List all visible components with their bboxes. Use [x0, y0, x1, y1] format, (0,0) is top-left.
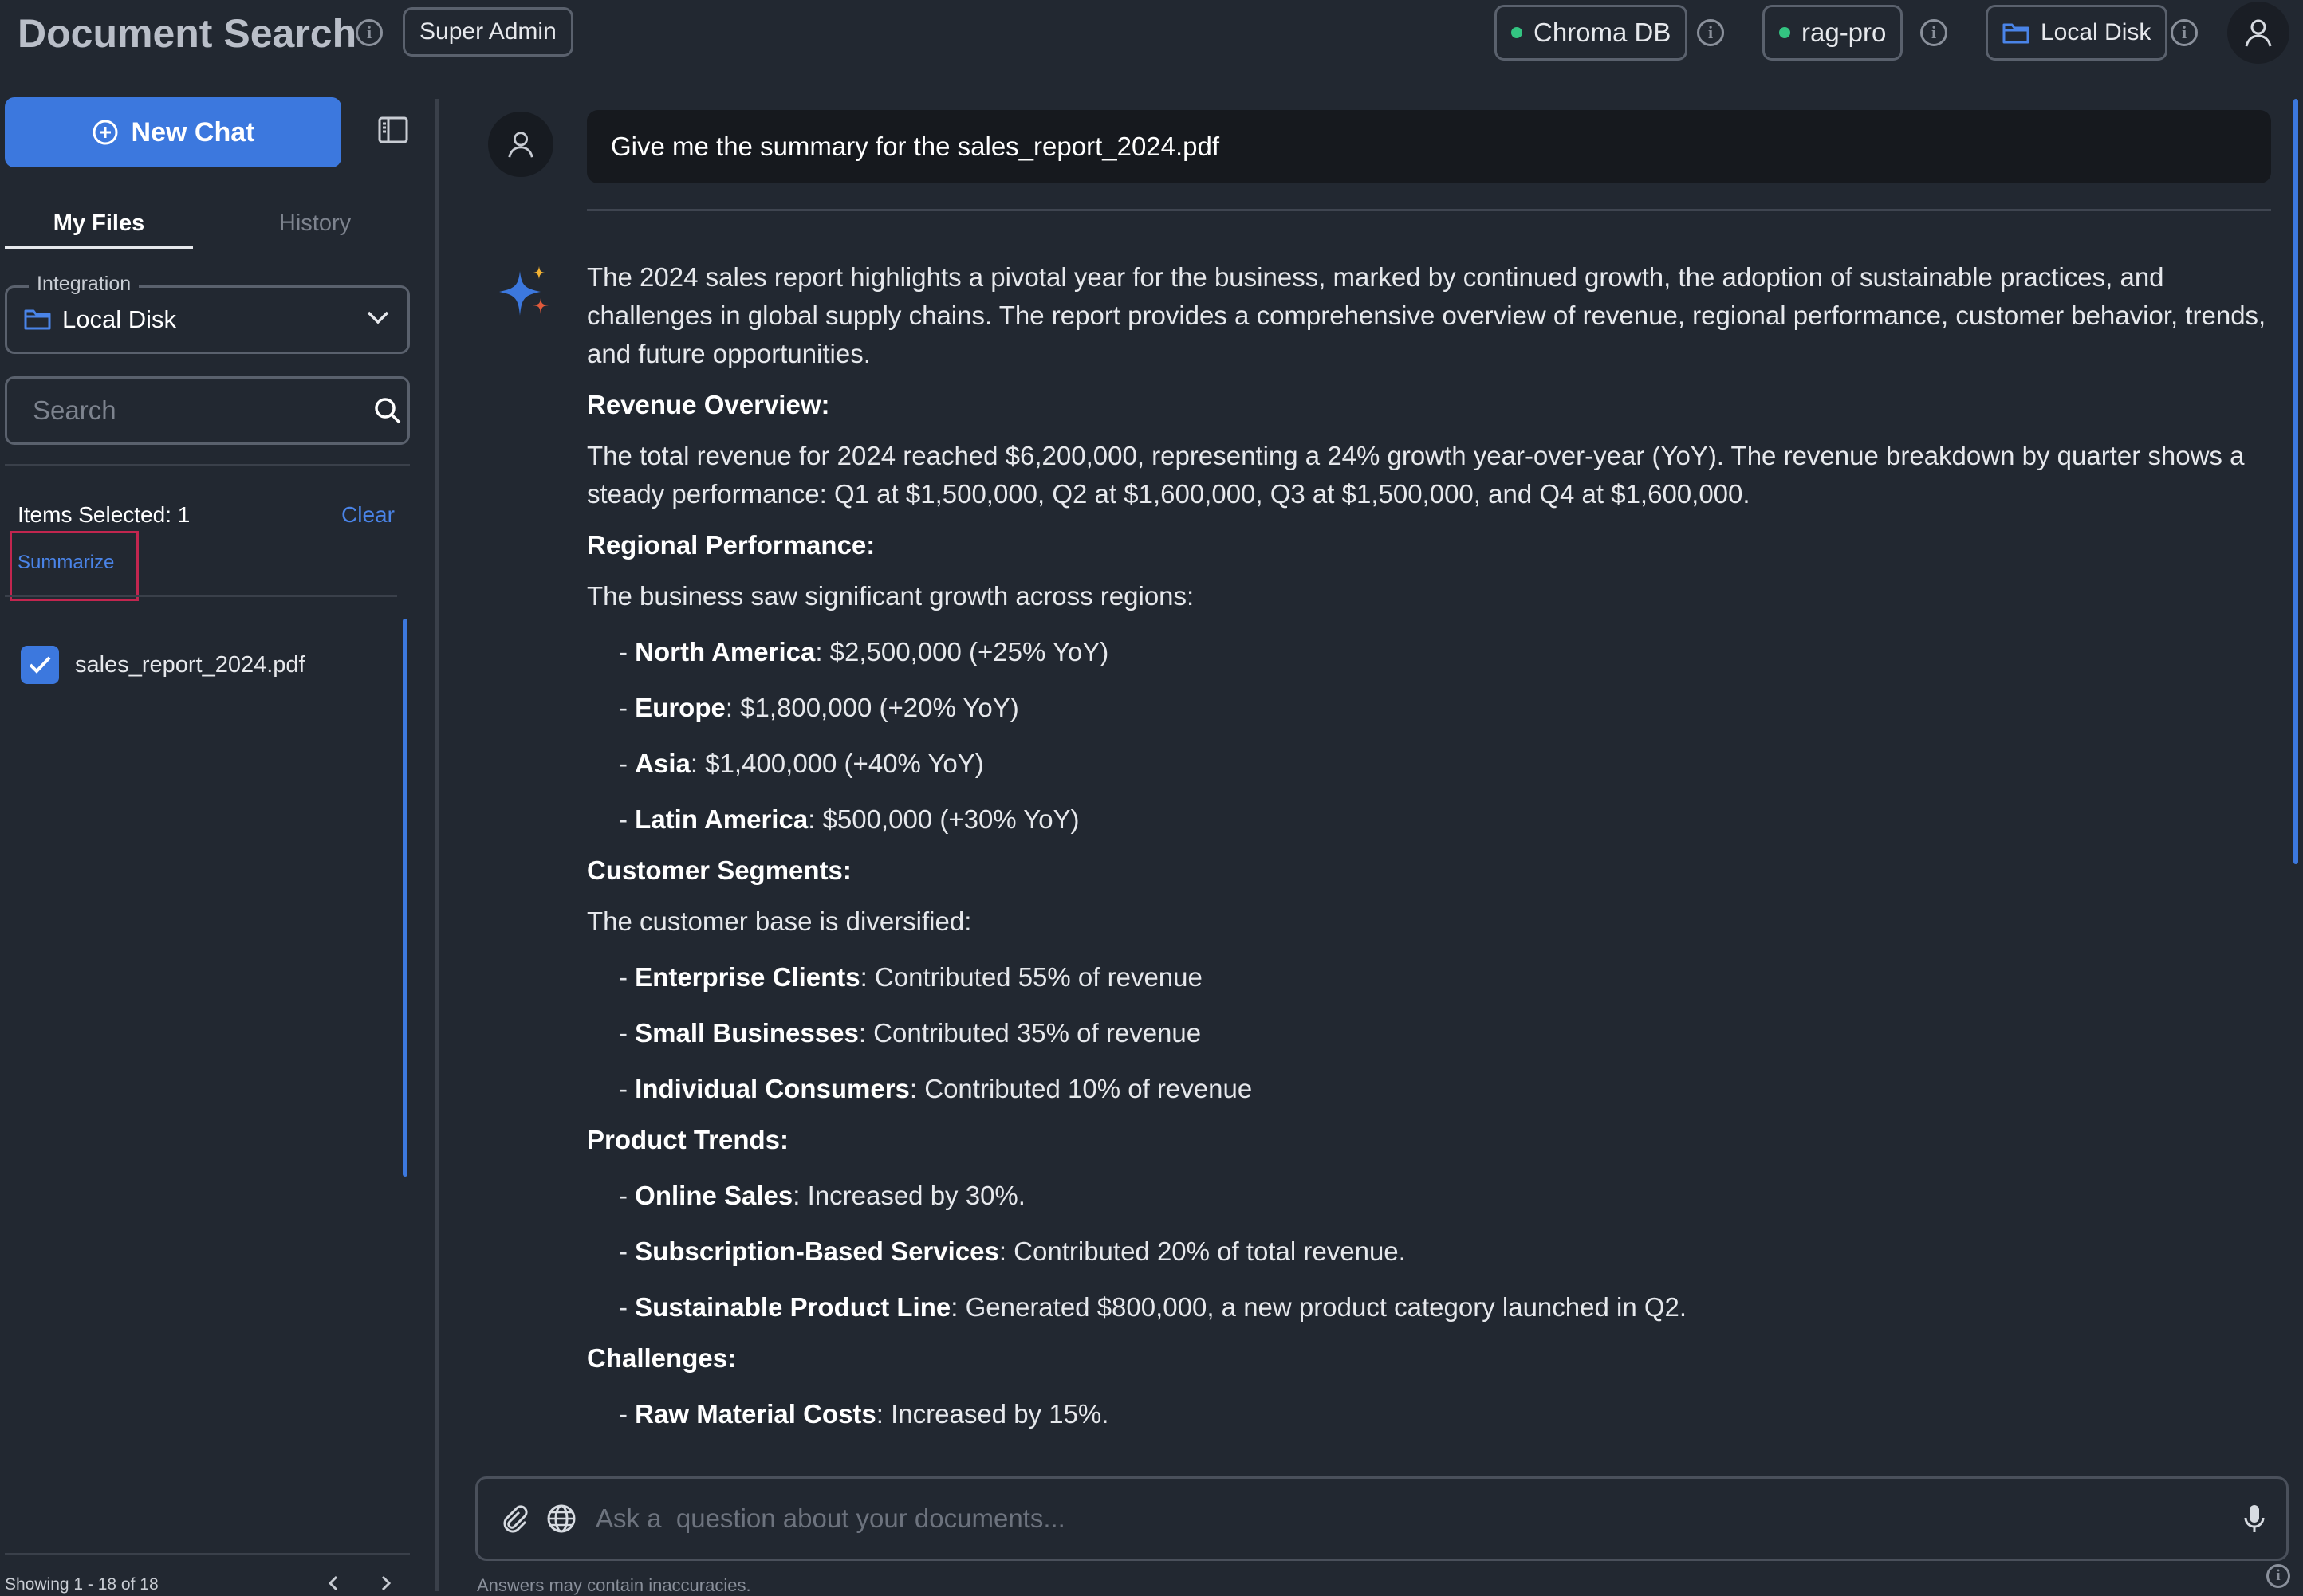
tab-my-files[interactable]: My Files — [5, 206, 193, 249]
section-heading: Revenue Overview: — [587, 390, 830, 419]
chip-label: Chroma DB — [1533, 18, 1671, 47]
summarize-button[interactable]: Summarize — [18, 548, 114, 577]
info-icon[interactable]: i — [2266, 1564, 2290, 1588]
list-item: - Small Businesses: Contributed 35% of r… — [619, 1018, 1202, 1048]
info-icon[interactable]: i — [2171, 19, 2198, 46]
section-heading: Regional Performance: — [587, 530, 876, 560]
section-heading: Product Trends: — [587, 1125, 789, 1154]
info-icon[interactable]: i — [356, 19, 383, 46]
items-selected-text: Items Selected: 1 — [18, 502, 191, 527]
chevron-left-icon[interactable] — [325, 1575, 343, 1591]
new-chat-button[interactable]: New Chat — [5, 97, 341, 167]
search-icon[interactable] — [373, 396, 402, 425]
file-search-box — [5, 376, 410, 445]
page-title: Document Search — [18, 11, 357, 56]
info-icon[interactable]: i — [1697, 19, 1724, 46]
user-menu-button[interactable] — [2227, 2, 2289, 64]
file-checkbox[interactable] — [21, 646, 59, 684]
status-dot — [1511, 27, 1522, 38]
integration-legend: Integration — [29, 273, 140, 296]
list-item: - Asia: $1,400,000 (+40% YoY) — [619, 749, 984, 778]
list-item: - Raw Material Costs: Increased by 15%. — [619, 1399, 1109, 1429]
folder-icon — [2002, 22, 2029, 44]
list-item: - Enterprise Clients: Contributed 55% of… — [619, 962, 1203, 992]
divider — [5, 1553, 410, 1555]
chip-label: Local Disk — [2041, 19, 2151, 45]
list-item: - Europe: $1,800,000 (+20% YoY) — [619, 693, 1019, 722]
ai-sparkle-icon — [494, 263, 555, 324]
list-item: - Latin America: $500,000 (+30% YoY) — [619, 804, 1080, 834]
section-heading: Customer Segments: — [587, 855, 852, 885]
section-heading: Challenges: — [587, 1343, 737, 1373]
panel-divider — [435, 99, 439, 1591]
sidebar-toggle-icon[interactable] — [378, 116, 408, 143]
answer-intro: The 2024 sales report highlights a pivot… — [587, 262, 2266, 368]
chevron-down-icon[interactable] — [365, 308, 391, 327]
chevron-right-icon[interactable] — [376, 1575, 394, 1591]
paperclip-icon[interactable] — [500, 1504, 529, 1533]
chat-input-bar — [475, 1476, 2289, 1561]
file-list-scrollbar[interactable] — [403, 619, 407, 1177]
divider — [5, 464, 410, 466]
status-dot — [1779, 27, 1790, 38]
list-item: - Individual Consumers: Contributed 10% … — [619, 1074, 1253, 1103]
answer-paragraph: The total revenue for 2024 reached $6,20… — [587, 441, 2245, 509]
pagination-text: Showing 1 - 18 of 18 — [5, 1575, 159, 1594]
file-search-input[interactable] — [31, 395, 373, 427]
answer-paragraph: The customer base is diversified: — [587, 906, 972, 936]
chat-scrollbar[interactable] — [2293, 99, 2298, 864]
file-name[interactable]: sales_report_2024.pdf — [75, 646, 305, 684]
list-item: - Online Sales: Increased by 30%. — [619, 1181, 1026, 1210]
list-item: - Sustainable Product Line: Generated $8… — [619, 1292, 1687, 1322]
user-icon — [506, 129, 536, 159]
globe-icon[interactable] — [546, 1504, 577, 1534]
plus-circle-icon — [92, 119, 119, 146]
list-item: - North America: $2,500,000 (+25% YoY) — [619, 637, 1109, 666]
chip-label: rag-pro — [1801, 18, 1887, 47]
user-icon — [2242, 17, 2274, 49]
answer-paragraph: The business saw significant growth acro… — [587, 581, 1195, 611]
divider — [5, 595, 397, 597]
disclaimer-text: Answers may contain inaccuracies. — [477, 1575, 751, 1595]
chat-input[interactable] — [594, 1503, 2226, 1535]
integration-value: Local Disk — [62, 305, 176, 333]
microphone-icon[interactable] — [2243, 1504, 2266, 1534]
info-icon[interactable]: i — [1920, 19, 1947, 46]
chroma-db-chip[interactable]: Chroma DB — [1494, 5, 1688, 61]
list-item: - Subscription-Based Services: Contribut… — [619, 1236, 1406, 1266]
user-avatar — [488, 112, 553, 177]
folder-icon — [24, 308, 51, 330]
new-chat-label: New Chat — [131, 116, 255, 147]
local-disk-chip[interactable]: Local Disk — [1986, 5, 2168, 61]
clear-selection-button[interactable]: Clear — [341, 497, 395, 533]
role-badge: Super Admin — [403, 7, 573, 57]
tab-history[interactable]: History — [239, 206, 391, 246]
assistant-answer: The 2024 sales report highlights a pivot… — [587, 258, 2268, 1451]
divider — [587, 209, 2271, 211]
user-message: Give me the summary for the sales_report… — [587, 110, 2271, 183]
rag-pro-chip[interactable]: rag-pro — [1762, 5, 1903, 61]
